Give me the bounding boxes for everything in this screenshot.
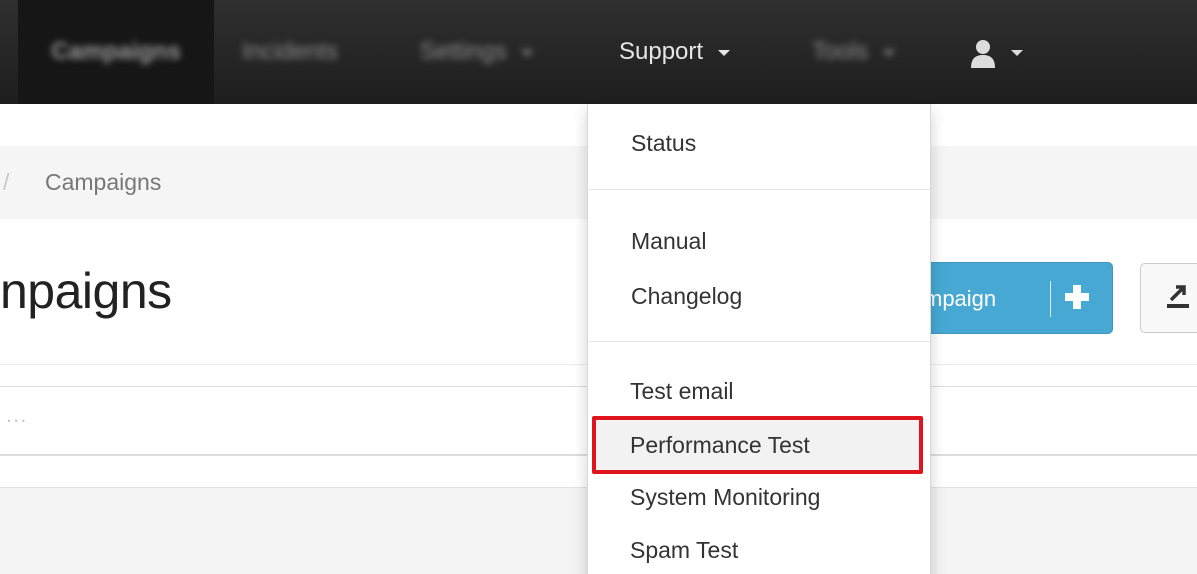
nav-user-menu[interactable]: [970, 0, 1023, 104]
export-button[interactable]: [1140, 263, 1197, 333]
user-icon: [971, 39, 995, 68]
chevron-down-icon: [1010, 49, 1023, 56]
menu-item-changelog[interactable]: Changelog: [631, 283, 742, 310]
menu-item-spam-test[interactable]: Spam Test: [630, 537, 738, 564]
nav-support[interactable]: Support: [619, 0, 730, 104]
new-campaign-button[interactable]: mpaign: [905, 262, 1113, 334]
menu-divider: [589, 341, 930, 342]
chevron-down-icon: [521, 49, 534, 56]
menu-divider: [589, 189, 930, 190]
menu-item-status[interactable]: Status: [631, 130, 696, 157]
top-navbar: Campaigns Incidents Settings Support Too…: [0, 0, 1197, 104]
new-campaign-label: mpaign: [924, 286, 997, 311]
chevron-down-icon: [882, 49, 895, 56]
menu-item-test-email[interactable]: Test email: [630, 378, 734, 405]
breadcrumb-current: Campaigns: [45, 169, 162, 195]
menu-item-system-monitoring[interactable]: System Monitoring: [630, 484, 820, 511]
nav-incidents[interactable]: Incidents: [242, 0, 338, 104]
nav-settings[interactable]: Settings: [420, 0, 534, 104]
nav-campaigns-label: Campaigns: [51, 38, 181, 65]
nav-incidents-label: Incidents: [242, 38, 339, 65]
nav-tools-label: Tools: [812, 38, 869, 65]
nav-support-label: Support: [619, 38, 704, 65]
nav-settings-label: Settings: [420, 38, 507, 65]
breadcrumb-separator: /: [3, 169, 10, 195]
menu-item-performance-test[interactable]: Performance Test: [630, 432, 810, 459]
nav-campaigns[interactable]: Campaigns: [18, 0, 214, 104]
export-icon: [1167, 285, 1189, 308]
menu-item-manual[interactable]: Manual: [631, 228, 706, 255]
plus-icon: [1065, 285, 1089, 309]
page-title: npaigns: [0, 263, 172, 319]
filter-placeholder: ...: [6, 402, 28, 427]
button-divider: [1050, 281, 1051, 317]
nav-tools[interactable]: Tools: [812, 0, 895, 104]
chevron-down-icon: [717, 49, 730, 56]
